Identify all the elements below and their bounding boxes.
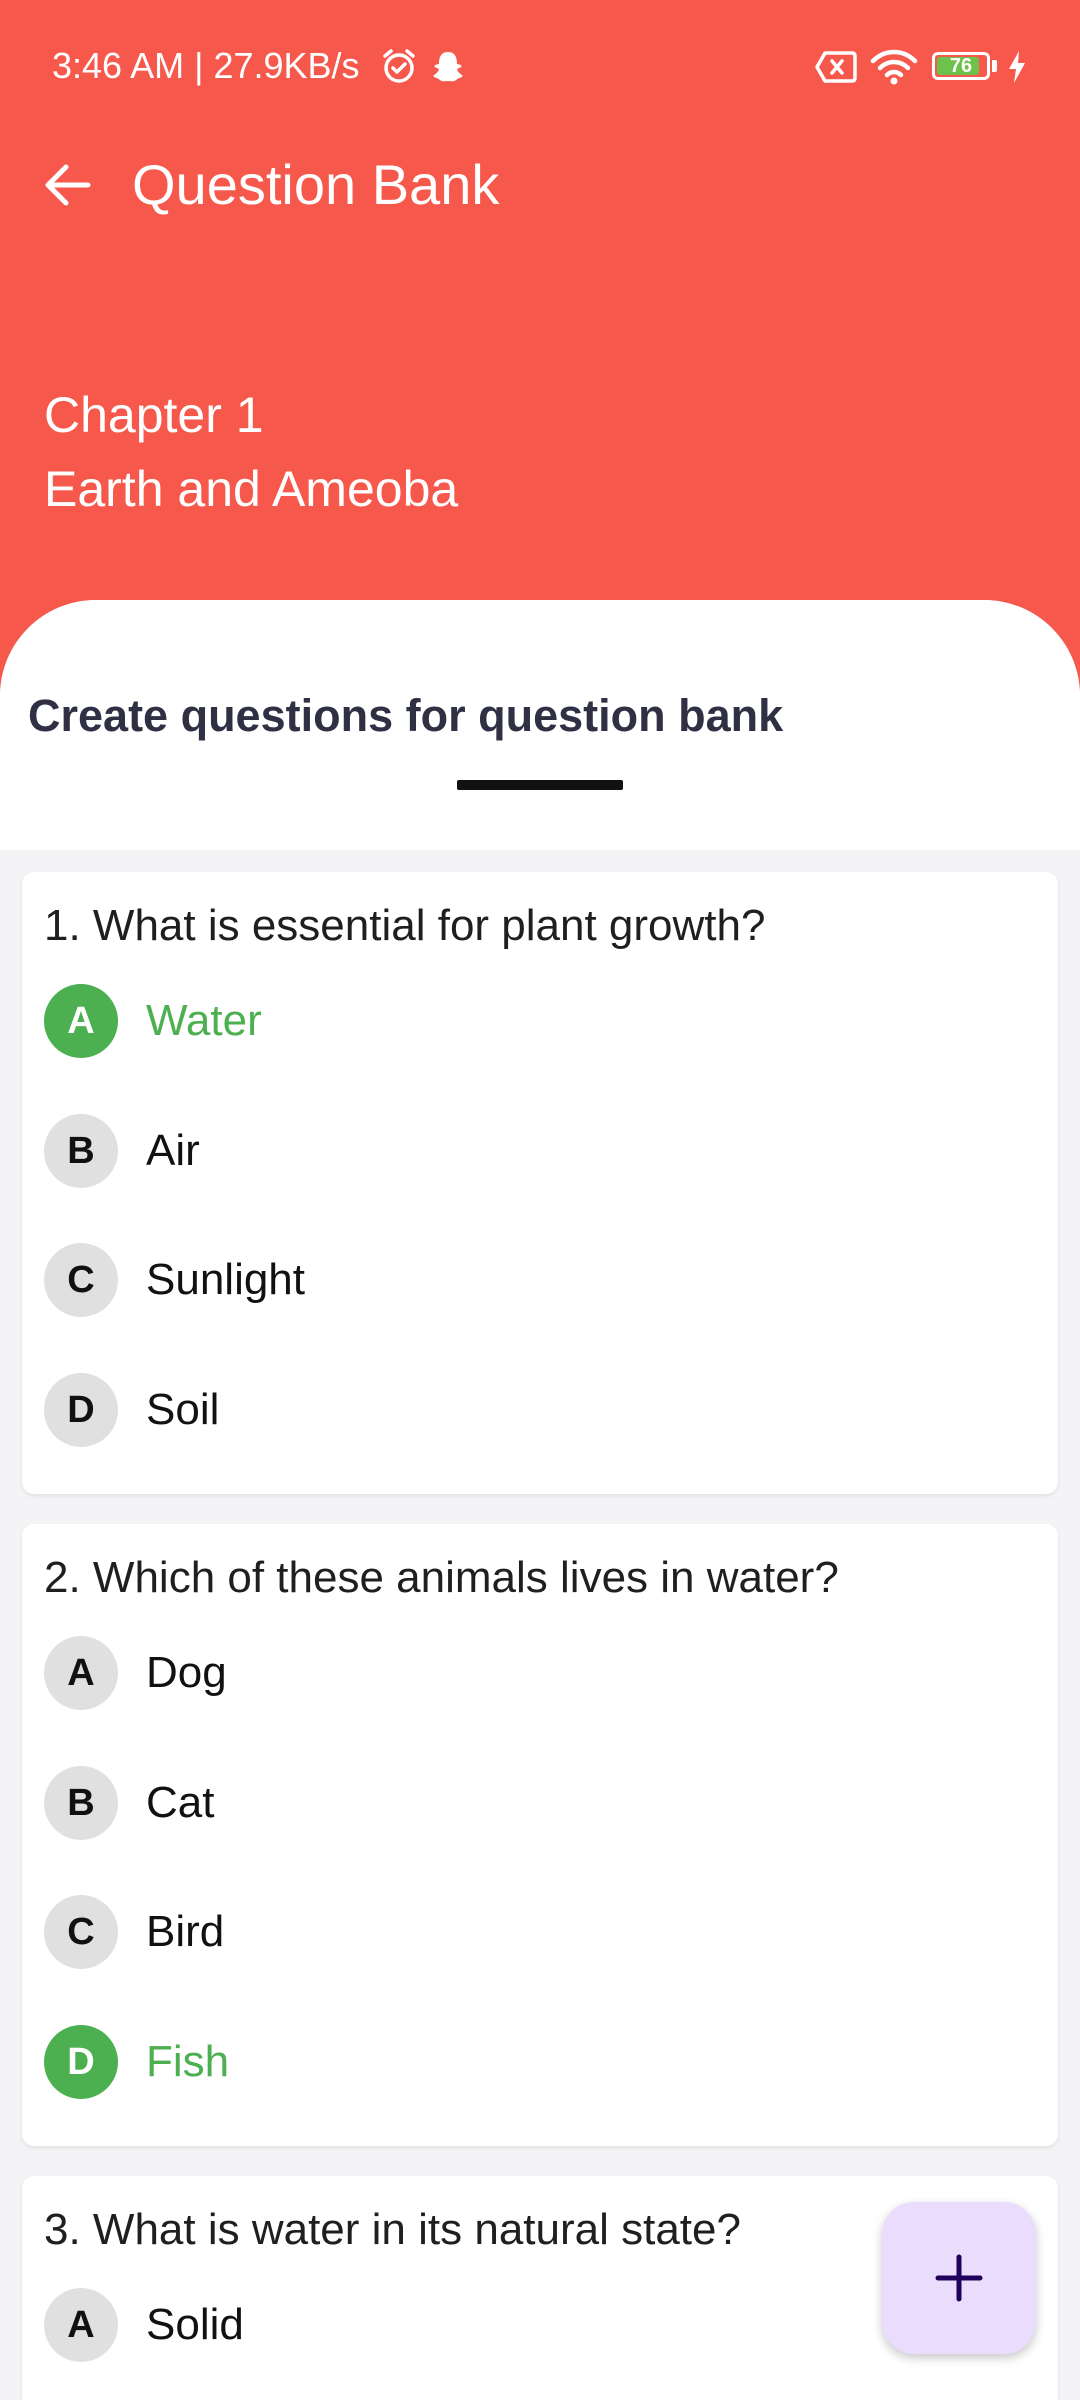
battery-tip <box>992 60 997 72</box>
option-letter-badge: A <box>44 984 118 1058</box>
option-text: Water <box>146 996 262 1045</box>
question-card[interactable]: 2. Which of these animals lives in water… <box>22 1524 1058 2146</box>
question-text: 2. Which of these animals lives in water… <box>44 1553 839 1602</box>
snapchat-icon <box>433 52 463 82</box>
drag-handle[interactable] <box>457 780 623 790</box>
question-sheet: Create questions for question bank 1. Wh… <box>0 600 1080 2400</box>
charging-icon <box>1009 51 1025 83</box>
option-row[interactable]: B Cat <box>44 1766 1034 1840</box>
page-title: Question Bank <box>132 153 500 216</box>
option-row[interactable]: D Fish <box>44 2025 1034 2099</box>
option-letter-badge: C <box>44 1895 118 1969</box>
option-row[interactable]: A Dog <box>44 1636 1034 1710</box>
sheet-header: Create questions for question bank <box>0 600 1080 850</box>
status-time-speed: 3:46 AM | 27.9KB/s <box>52 45 360 86</box>
status-bar: 3:46 AM | 27.9KB/s 76 <box>0 0 1080 130</box>
question-text: 3. What is water in its natural state? <box>44 2205 741 2254</box>
option-letter-badge: A <box>44 2288 118 2362</box>
sheet-heading: Create questions for question bank <box>28 690 784 741</box>
option-text: Fish <box>146 2037 230 2086</box>
alarm-icon <box>383 49 415 83</box>
option-row[interactable]: A Water <box>44 984 1034 1058</box>
chapter-number: Chapter 1 <box>44 387 264 443</box>
option-text: Soil <box>146 1385 220 1434</box>
option-letter-badge: B <box>44 1114 118 1188</box>
option-letter-badge: C <box>44 1243 118 1317</box>
arrow-left-icon[interactable] <box>40 158 94 212</box>
option-text: Bird <box>146 1907 225 1956</box>
option-row[interactable]: C Bird <box>44 1895 1034 1969</box>
option-row[interactable]: B Air <box>44 1114 1034 1188</box>
add-question-button[interactable] <box>882 2202 1036 2354</box>
option-letter-badge: D <box>44 1373 118 1447</box>
toolbar: Question Bank <box>0 130 1080 240</box>
wifi-icon <box>870 49 918 85</box>
plus-icon <box>935 2254 983 2302</box>
option-text: Air <box>146 1126 200 1175</box>
chapter-title: Earth and Ameoba <box>44 461 459 517</box>
question-card[interactable]: 1. What is essential for plant growth? A… <box>22 872 1058 1494</box>
option-row[interactable]: C Sunlight <box>44 1243 1034 1317</box>
chapter-info: Chapter 1 Earth and Ameoba <box>44 378 458 526</box>
option-letter-badge: D <box>44 2025 118 2099</box>
option-row[interactable]: D Soil <box>44 1373 1034 1447</box>
battery-icon: 76 <box>932 52 990 80</box>
question-text: 1. What is essential for plant growth? <box>44 901 766 950</box>
battery-level: 76 <box>949 55 973 77</box>
option-text: Sunlight <box>146 1255 306 1304</box>
option-letter-badge: A <box>44 1636 118 1710</box>
option-letter-badge: B <box>44 1766 118 1840</box>
no-sim-icon <box>815 51 857 83</box>
option-text: Cat <box>146 1778 215 1827</box>
option-text: Solid <box>146 2300 244 2349</box>
option-text: Dog <box>146 1648 227 1697</box>
